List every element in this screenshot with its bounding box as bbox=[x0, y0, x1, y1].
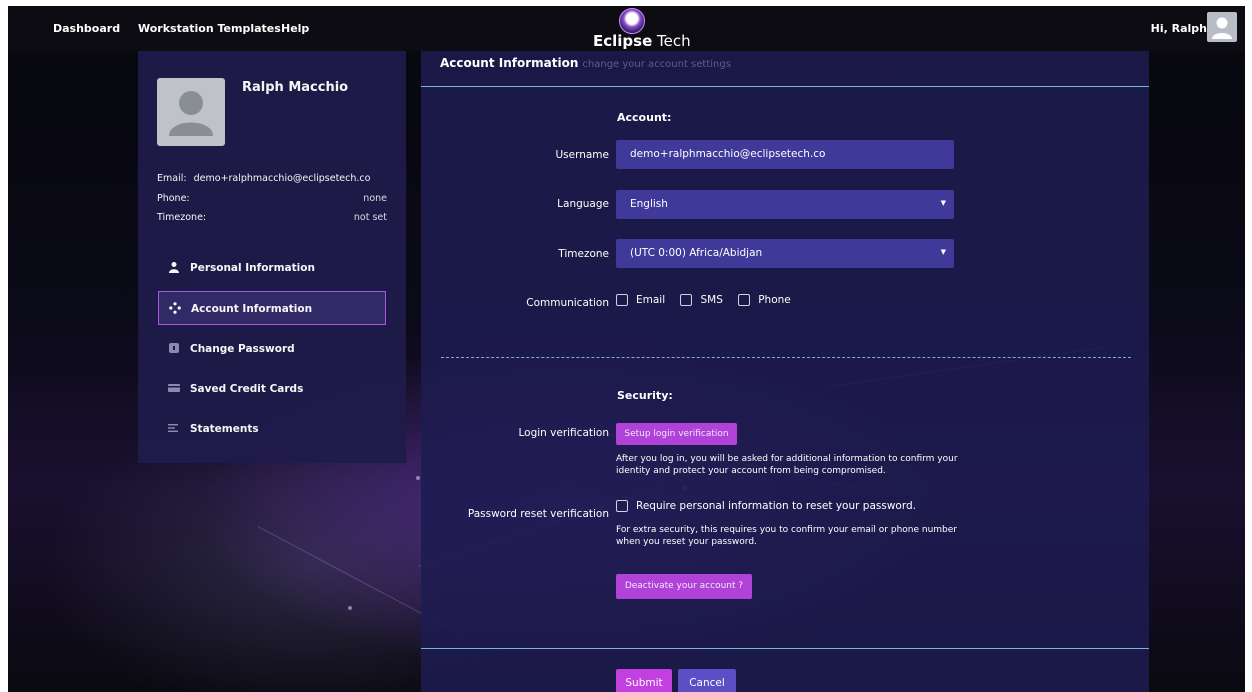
setup-login-verification-button[interactable]: Setup login verification bbox=[616, 423, 737, 445]
cancel-button[interactable]: Cancel bbox=[678, 669, 736, 692]
sidebar-item-label: Change Password bbox=[190, 343, 295, 355]
dropdown-caret-icon: ▼ bbox=[940, 248, 946, 256]
language-label: Language bbox=[557, 198, 609, 210]
sms-option-label: SMS bbox=[700, 294, 723, 306]
footer-divider bbox=[421, 648, 1149, 649]
header-divider bbox=[421, 86, 1149, 87]
card-icon bbox=[168, 384, 180, 392]
shield-icon bbox=[169, 343, 179, 353]
sidebar-item-label: Personal Information bbox=[190, 262, 315, 274]
avatar-person-icon bbox=[1212, 17, 1232, 39]
sidebar-item-personal-information[interactable]: Personal Information bbox=[158, 251, 386, 285]
deactivate-account-button[interactable]: Deactivate your account ? bbox=[616, 574, 752, 599]
account-settings-panel: Account Information change your account s… bbox=[421, 51, 1149, 692]
communication-option-phone[interactable]: Phone bbox=[738, 294, 791, 306]
email-checkbox[interactable] bbox=[616, 294, 628, 306]
phone-value: none bbox=[363, 193, 387, 204]
sidebar-item-label: Account Information bbox=[191, 303, 313, 315]
sidebar-item-label: Statements bbox=[190, 423, 259, 435]
timezone-field-label: Timezone bbox=[558, 248, 609, 260]
background-network-dot bbox=[348, 606, 352, 610]
profile-email-row: Email: demo+ralphmacchio@eclipsetech.co bbox=[157, 173, 387, 184]
communication-options: Email SMS Phone bbox=[616, 294, 803, 306]
timezone-label: Timezone: bbox=[157, 212, 207, 223]
password-reset-checkbox[interactable] bbox=[616, 500, 628, 512]
profile-sidebar: Ralph Macchio Email: demo+ralphmacchio@e… bbox=[138, 51, 406, 463]
password-reset-option[interactable]: Require personal information to reset yo… bbox=[616, 500, 916, 512]
communication-label: Communication bbox=[526, 297, 609, 309]
email-label: Email: bbox=[157, 173, 187, 184]
password-reset-label: Password reset verification bbox=[467, 508, 609, 520]
username-label: Username bbox=[555, 149, 609, 161]
user-greeting[interactable]: Hi, Ralph bbox=[1151, 22, 1207, 35]
sidebar-item-label: Saved Credit Cards bbox=[190, 383, 304, 395]
timezone-select[interactable]: (UTC 0:00) Africa/Abidjan ▼ bbox=[616, 239, 954, 268]
email-option-label: Email bbox=[636, 294, 666, 306]
account-section-title: Account: bbox=[617, 111, 672, 124]
user-icon bbox=[169, 262, 179, 273]
security-section-title: Security: bbox=[617, 389, 673, 402]
page-title: Account Information change your account s… bbox=[440, 56, 731, 70]
nav-help-link[interactable]: Help bbox=[281, 22, 309, 35]
profile-phone-row: Phone: none bbox=[157, 193, 387, 204]
user-avatar[interactable] bbox=[1207, 12, 1237, 42]
page-subtitle: change your account settings bbox=[582, 59, 731, 70]
phone-option-label: Phone bbox=[758, 294, 791, 306]
dropdown-caret-icon: ▼ bbox=[940, 199, 946, 207]
login-verification-help: After you log in, you will be asked for … bbox=[616, 454, 958, 476]
communication-option-sms[interactable]: SMS bbox=[680, 294, 723, 306]
app-window: Dashboard Workstation Templates Help Ecl… bbox=[8, 6, 1245, 692]
email-value: demo+ralphmacchio@eclipsetech.co bbox=[193, 173, 371, 184]
background-network-dot bbox=[416, 476, 420, 480]
profile-avatar bbox=[157, 78, 225, 146]
login-verification-label: Login verification bbox=[518, 427, 609, 439]
lines-icon bbox=[168, 424, 178, 432]
sidebar-item-saved-credit-cards[interactable]: Saved Credit Cards bbox=[158, 372, 386, 406]
profile-timezone-row: Timezone: not set bbox=[157, 212, 387, 223]
timezone-selected-value: (UTC 0:00) Africa/Abidjan bbox=[630, 247, 763, 259]
network-icon bbox=[169, 302, 181, 314]
phone-label: Phone: bbox=[157, 193, 190, 204]
nav-workstation-templates-link[interactable]: Workstation Templates bbox=[138, 22, 281, 35]
password-reset-help: For extra security, this requires you to… bbox=[616, 525, 958, 547]
sms-checkbox[interactable] bbox=[680, 294, 693, 306]
nav-dashboard-link[interactable]: Dashboard bbox=[53, 22, 120, 35]
brand-name: Eclipse Tech bbox=[593, 32, 691, 50]
password-reset-check-label: Require personal information to reset yo… bbox=[636, 500, 916, 512]
brand-logo[interactable]: Eclipse Tech bbox=[593, 8, 693, 50]
language-selected-value: English bbox=[630, 198, 668, 210]
communication-option-email[interactable]: Email bbox=[616, 294, 665, 306]
language-select[interactable]: English ▼ bbox=[616, 190, 954, 219]
timezone-value: not set bbox=[353, 212, 387, 223]
section-divider bbox=[441, 357, 1131, 358]
profile-name: Ralph Macchio bbox=[242, 80, 349, 95]
username-input[interactable]: demo+ralphmacchio@eclipsetech.co bbox=[616, 140, 954, 169]
phone-checkbox[interactable] bbox=[738, 294, 751, 306]
sidebar-item-account-information[interactable]: Account Information bbox=[158, 291, 386, 325]
sidebar-item-change-password[interactable]: Change Password bbox=[158, 332, 386, 366]
submit-button[interactable]: Submit bbox=[616, 669, 672, 692]
sidebar-item-statements[interactable]: Statements bbox=[158, 412, 386, 446]
top-navigation-bar: Dashboard Workstation Templates Help Ecl… bbox=[8, 6, 1245, 51]
eclipse-logo-icon bbox=[619, 8, 645, 34]
avatar-person-icon bbox=[169, 91, 213, 136]
